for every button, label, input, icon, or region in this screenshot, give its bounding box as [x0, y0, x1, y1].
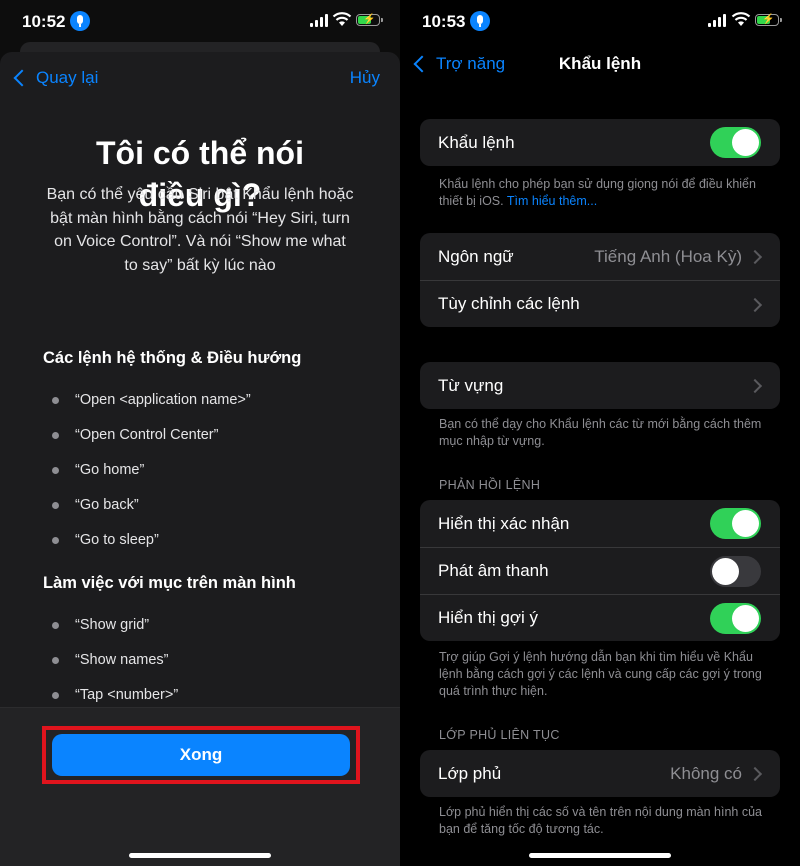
home-indicator — [129, 853, 271, 858]
description-line: on Voice Control”. Và nói “Show me what — [54, 233, 346, 250]
description-line: Bạn có thể yêu cầu Siri bật Khẩu lệnh ho… — [46, 186, 354, 203]
show-hints-toggle[interactable] — [710, 603, 761, 634]
left-screen: 10:52 ⚡ Quay lại Hủy Tôi có thể nói điều… — [0, 0, 400, 866]
command-item: “Open <application name>” — [52, 392, 251, 408]
command-item: “Open Control Center” — [52, 427, 218, 443]
right-screen: 10:53 ⚡ Khẩu lệnh Trợ năng Khẩu lệnh Khẩ… — [400, 0, 800, 866]
command-feedback-group: Hiển thị xác nhận Phát âm thanh Hiển thị… — [420, 500, 780, 641]
chevron-left-icon — [13, 69, 31, 87]
bullet-icon — [52, 536, 59, 544]
vocabulary-group: Từ vựng — [420, 362, 780, 409]
description-line: bật màn hình bằng cách nói “Hey Siri, tu… — [50, 209, 350, 227]
bullet-icon — [52, 691, 59, 699]
highlight-box: Xong — [42, 726, 360, 784]
voice-control-row[interactable]: Khẩu lệnh — [420, 119, 780, 166]
chevron-right-icon — [747, 249, 763, 265]
bullet-icon — [52, 656, 59, 664]
back-button[interactable]: Quay lại — [12, 68, 98, 88]
wifi-icon — [332, 12, 352, 26]
bullet-icon — [52, 501, 59, 509]
command-item: “Show grid” — [52, 617, 149, 633]
play-sound-toggle[interactable] — [710, 556, 761, 587]
command-feedback-header: PHẢN HỒI LỆNH — [439, 478, 541, 492]
bullet-icon — [52, 396, 59, 404]
row-label: Ngôn ngữ — [438, 246, 514, 266]
cancel-button[interactable]: Hủy — [350, 68, 380, 88]
microphone-icon — [470, 11, 490, 31]
overlay-row[interactable]: Lớp phủ Không có — [420, 750, 780, 797]
title-line: Tôi có thể nói — [96, 135, 304, 171]
signal-icon — [310, 14, 330, 27]
row-label: Hiển thị xác nhận — [438, 513, 570, 533]
row-label: Từ vựng — [438, 375, 504, 395]
chevron-right-icon — [747, 378, 763, 394]
command-item: “Tap <number>” — [52, 687, 178, 703]
section-heading-system: Các lệnh hệ thống & Điều hướng — [43, 349, 302, 367]
row-value: Không có — [670, 763, 742, 783]
chevron-right-icon — [747, 766, 763, 782]
bullet-icon — [52, 621, 59, 629]
status-bar: 10:52 ⚡ — [0, 0, 400, 44]
continuous-overlay-group: Lớp phủ Không có — [420, 750, 780, 797]
bullet-icon — [52, 466, 59, 474]
row-label: Lớp phủ — [438, 763, 502, 783]
back-label: Trợ năng — [436, 54, 506, 73]
back-button[interactable]: Trợ năng — [412, 54, 505, 74]
battery-icon: ⚡ — [755, 14, 782, 26]
show-confirmation-row: Hiển thị xác nhận — [420, 500, 780, 547]
section-heading-screen-items: Làm việc với mục trên màn hình — [43, 574, 296, 592]
row-label: Phát âm thanh — [438, 561, 549, 580]
bullet-icon — [52, 431, 59, 439]
command-item: “Go to sleep” — [52, 532, 159, 548]
continuous-overlay-header: LỚP PHỦ LIÊN TỤC — [439, 728, 560, 742]
description-line: to say” bất kỳ lúc nào — [124, 256, 276, 274]
chevron-left-icon — [413, 55, 431, 73]
voice-control-group: Khẩu lệnh — [420, 119, 780, 166]
show-confirmation-toggle[interactable] — [710, 508, 761, 539]
voice-control-toggle[interactable] — [710, 127, 761, 158]
vocabulary-row[interactable]: Từ vựng — [420, 362, 780, 409]
signal-icon — [708, 14, 728, 27]
voice-control-footnote: Khẩu lệnh cho phép bạn sử dụng giọng nói… — [439, 177, 756, 208]
row-value: Tiếng Anh (Hoa Kỳ) — [594, 246, 742, 266]
status-time: 10:53 — [422, 12, 466, 31]
vocabulary-footnote: Bạn có thể dạy cho Khẩu lệnh các từ mới … — [439, 417, 762, 448]
back-label: Quay lại — [36, 68, 99, 87]
command-item: “Go back” — [52, 497, 139, 513]
done-button[interactable]: Xong — [52, 734, 350, 776]
row-label: Hiển thị gợi ý — [438, 608, 538, 627]
status-bar: 10:53 ⚡ — [400, 0, 800, 44]
sheet-stack-edge — [20, 42, 380, 52]
learn-more-link[interactable]: Tìm hiểu thêm... — [507, 194, 597, 208]
status-time: 10:52 — [22, 12, 66, 31]
home-indicator — [529, 853, 671, 858]
sheet-description: Bạn có thể yêu cầu Siri bật Khẩu lệnh ho… — [38, 183, 362, 277]
show-hints-row: Hiển thị gợi ý — [420, 594, 780, 641]
command-item: “Show names” — [52, 652, 168, 668]
play-sound-row: Phát âm thanh — [420, 547, 780, 594]
chevron-right-icon — [747, 297, 763, 313]
language-commands-group: Ngôn ngữ Tiếng Anh (Hoa Kỳ) Tùy chỉnh cá… — [420, 233, 780, 327]
wifi-icon — [731, 12, 751, 26]
row-label: Khẩu lệnh — [438, 132, 515, 152]
continuous-overlay-footnote: Lớp phủ hiển thị các số và tên trên nội … — [439, 805, 762, 836]
command-feedback-footnote: Trợ giúp Gợi ý lệnh hướng dẫn bạn khi tì… — [439, 650, 762, 698]
microphone-icon — [70, 11, 90, 31]
command-item: “Go home” — [52, 462, 144, 478]
battery-icon: ⚡ — [356, 14, 383, 26]
row-label: Tùy chỉnh các lệnh — [438, 294, 580, 313]
language-row[interactable]: Ngôn ngữ Tiếng Anh (Hoa Kỳ) — [420, 233, 780, 280]
customize-commands-row[interactable]: Tùy chỉnh các lệnh — [420, 280, 780, 327]
